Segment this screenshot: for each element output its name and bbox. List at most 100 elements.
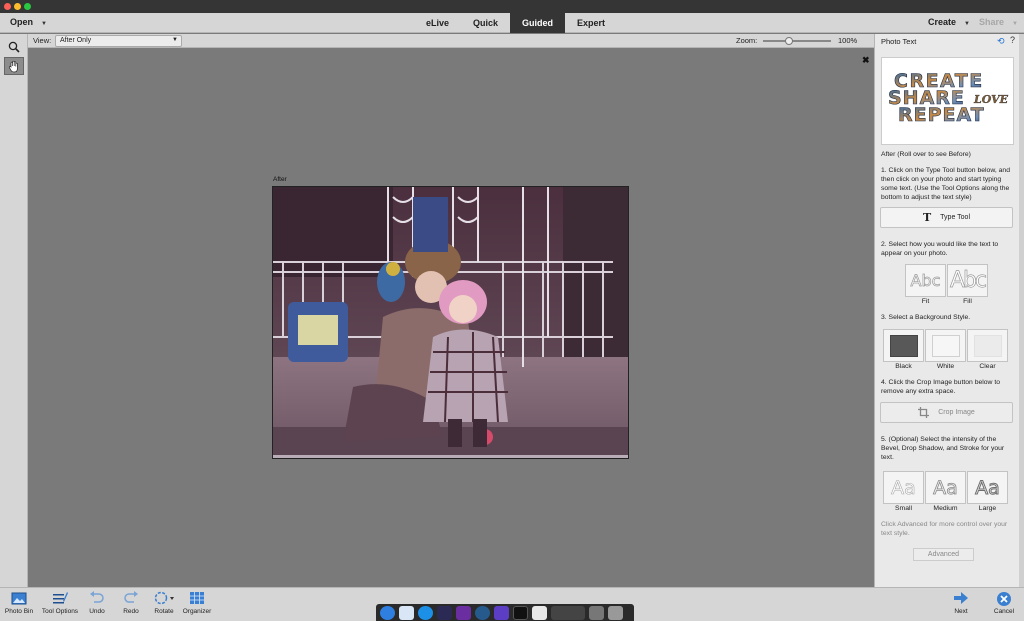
organizer-button[interactable]: Organizer	[175, 591, 219, 615]
intensity-medium-option[interactable]: Aa	[925, 471, 966, 504]
title-bar	[0, 0, 1024, 13]
black-label: Black	[895, 363, 912, 370]
fit-abc-icon: Abc	[910, 271, 941, 291]
photo-bin-label: Photo Bin	[4, 608, 34, 615]
view-select[interactable]: After Only ▼	[55, 35, 182, 47]
view-label: View:	[33, 36, 52, 45]
clear-label: Clear	[979, 363, 996, 370]
tab-elive[interactable]: eLive	[414, 13, 461, 33]
crop-image-label: Crop Image	[938, 409, 975, 416]
type-tool-icon: T	[922, 211, 932, 224]
photo-bin-icon	[11, 592, 27, 605]
create-menu-label: Create	[928, 17, 957, 27]
background-black-option[interactable]	[883, 329, 924, 362]
magnifier-icon	[8, 41, 20, 53]
fit-label: Fit	[921, 298, 930, 305]
large-aa-icon: Aa	[975, 476, 1001, 499]
fit-option[interactable]: Abc	[905, 264, 946, 297]
redo-label: Redo	[123, 608, 139, 615]
hand-tool-button[interactable]	[4, 57, 24, 75]
mode-tabs: eLive Quick Guided Expert	[414, 13, 617, 33]
zoom-tool-button[interactable]	[4, 38, 24, 56]
step-2-text: 2. Select how you would like the text to…	[881, 241, 999, 257]
black-swatch	[889, 334, 918, 357]
tool-options-label: Tool Options	[41, 608, 79, 615]
app-icon[interactable]	[532, 606, 547, 620]
type-tool-label: Type Tool	[940, 214, 971, 221]
intensity-large-option[interactable]: Aa	[967, 471, 1008, 504]
share-menu-label: Share	[979, 17, 1005, 27]
white-swatch	[931, 334, 960, 357]
cancel-button[interactable]: Cancel	[982, 591, 1024, 615]
zoom-window-button[interactable]	[24, 3, 31, 10]
rotate-label: Rotate	[154, 608, 174, 615]
dock	[376, 604, 634, 621]
create-menu[interactable]: Create ▼	[928, 17, 970, 27]
open-menu-label: Open	[10, 17, 34, 27]
undo-label: Undo	[89, 608, 105, 615]
advanced-button[interactable]: Advanced	[913, 548, 974, 561]
app-icon[interactable]	[551, 606, 585, 620]
terminal-icon[interactable]	[513, 606, 528, 620]
small-label: Small	[895, 505, 912, 512]
clear-swatch	[973, 334, 1002, 357]
open-menu[interactable]: Open ▼	[10, 17, 47, 27]
bottom-toolbar: Photo Bin Tool Options Undo Redo Rotate …	[0, 587, 1024, 621]
step-3-text: 3. Select a Background Style.	[881, 314, 971, 321]
tab-expert[interactable]: Expert	[565, 13, 617, 33]
app-icon[interactable]	[589, 606, 604, 620]
tab-quick[interactable]: Quick	[461, 13, 510, 33]
photo-image[interactable]	[272, 186, 629, 459]
share-menu[interactable]: Share ▼	[979, 17, 1018, 27]
intensity-small-option[interactable]: Aa	[883, 471, 924, 504]
cancel-icon	[997, 592, 1011, 606]
finder-icon[interactable]	[380, 606, 395, 620]
crop-image-button[interactable]: Crop Image	[880, 402, 1013, 423]
app-icon[interactable]	[475, 606, 490, 620]
type-tool-button[interactable]: T Type Tool	[880, 207, 1013, 228]
next-label: Next	[954, 608, 968, 615]
undo-icon	[90, 591, 104, 603]
app-icon[interactable]	[437, 606, 452, 620]
reset-icon[interactable]: ⟲	[997, 36, 1005, 47]
chevron-down-icon: ▼	[964, 21, 970, 27]
image-canvas[interactable]: ✖ After	[28, 49, 874, 587]
effect-preview-image: CREATE SHARE REPEAT LOVE	[881, 57, 1014, 145]
view-options-bar: View: After Only ▼ Zoom: 100%	[28, 34, 874, 48]
next-button[interactable]: Next	[939, 591, 983, 615]
fill-abc-icon: Abc	[949, 268, 988, 294]
chevron-down-icon: ▼	[172, 37, 178, 43]
browser-icon[interactable]	[418, 606, 433, 620]
after-label: After	[273, 176, 287, 183]
close-icon[interactable]: ✖	[862, 55, 870, 66]
redo-icon	[124, 591, 138, 603]
zoom-slider-thumb[interactable]	[784, 37, 793, 45]
tool-options-icon	[53, 592, 68, 604]
step-5-text: 5. (Optional) Select the intensity of th…	[881, 436, 1005, 461]
roll-over-hint: After (Roll over to see Before)	[881, 151, 971, 158]
photo-bin-button[interactable]: Photo Bin	[0, 591, 41, 615]
effect-preview-graphic: CREATE SHARE REPEAT LOVE	[888, 70, 1009, 127]
app-icon[interactable]	[494, 606, 509, 620]
panel-scrollbar[interactable]	[1019, 34, 1024, 587]
fill-option[interactable]: Abc	[947, 264, 988, 297]
zoom-label: Zoom:	[736, 36, 758, 45]
zoom-value: 100%	[838, 36, 858, 45]
background-white-option[interactable]	[925, 329, 966, 362]
app-icon[interactable]	[456, 606, 471, 620]
close-window-button[interactable]	[4, 3, 11, 10]
hand-icon	[8, 60, 18, 72]
white-label: White	[936, 363, 955, 370]
help-icon[interactable]: ?	[1010, 35, 1015, 45]
app-icon[interactable]	[399, 606, 414, 620]
top-menu-bar: Open ▼ eLive Quick Guided Expert Create ▼ …	[0, 13, 1024, 33]
minimize-window-button[interactable]	[14, 3, 21, 10]
tab-guided[interactable]: Guided	[510, 13, 566, 33]
tool-panel	[0, 34, 28, 587]
organizer-label: Organizer	[182, 608, 212, 615]
fill-label: Fill	[963, 298, 972, 305]
background-clear-option[interactable]	[967, 329, 1008, 362]
zoom-slider[interactable]	[763, 37, 831, 45]
trash-icon[interactable]	[608, 606, 623, 620]
step-1-text: 1. Click on the Type Tool button below, …	[881, 167, 1010, 201]
